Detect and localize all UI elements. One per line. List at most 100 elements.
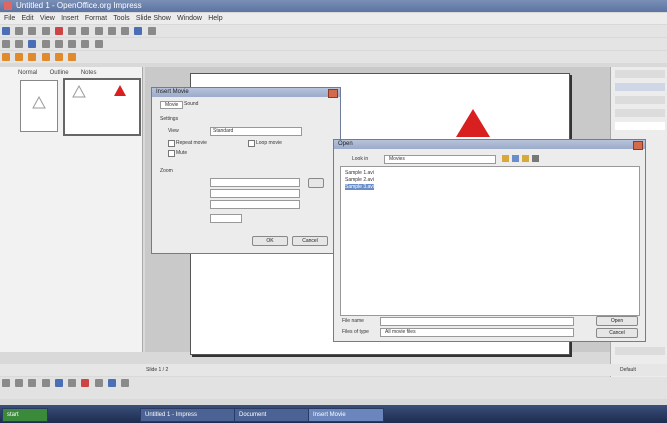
look-in-select[interactable]: Movies bbox=[384, 155, 496, 164]
text-tool-icon[interactable] bbox=[54, 379, 63, 387]
show-icon[interactable] bbox=[41, 53, 50, 61]
menu-file[interactable]: File bbox=[4, 13, 15, 24]
menu-format[interactable]: Format bbox=[85, 13, 107, 24]
tab-notes[interactable]: Notes bbox=[81, 70, 97, 76]
ellipse-tool-icon[interactable] bbox=[41, 379, 50, 387]
menu-help[interactable]: Help bbox=[208, 13, 222, 24]
close-icon[interactable] bbox=[328, 89, 338, 98]
tab-movie[interactable]: Movie bbox=[160, 101, 184, 109]
color-icon[interactable] bbox=[28, 40, 37, 48]
input-field-3[interactable] bbox=[210, 200, 300, 209]
menu-view[interactable]: View bbox=[40, 13, 55, 24]
taskbar-item[interactable]: Untitled 1 - Impress bbox=[140, 408, 236, 422]
cancel-button[interactable]: Cancel bbox=[596, 328, 638, 338]
window-title: Untitled 1 - OpenOffice.org Impress bbox=[16, 1, 142, 10]
fontwork-icon[interactable] bbox=[94, 379, 103, 387]
insert-movie-dialog: Insert Movie Movie Sound Settings View S… bbox=[151, 87, 341, 254]
slide-icon[interactable] bbox=[2, 53, 10, 61]
os-taskbar: start Untitled 1 - Impress Document Inse… bbox=[0, 405, 667, 423]
open-icon[interactable] bbox=[15, 27, 24, 35]
outline-triangle-icon bbox=[32, 95, 46, 109]
fill-color-icon[interactable] bbox=[107, 379, 116, 387]
line-icon[interactable] bbox=[2, 40, 10, 48]
view-menu-icon[interactable] bbox=[532, 155, 539, 162]
menu-window[interactable]: Window bbox=[177, 13, 202, 24]
paste-icon[interactable] bbox=[94, 27, 103, 35]
repeat-checkbox[interactable] bbox=[168, 140, 175, 147]
new-icon[interactable] bbox=[2, 27, 10, 35]
file-list: Sample 1.avi Sample 2.avi Sample 3.avi bbox=[340, 166, 640, 316]
print-icon[interactable] bbox=[41, 27, 50, 35]
curve-tool-icon[interactable] bbox=[68, 379, 77, 387]
ok-button[interactable]: OK bbox=[252, 236, 288, 246]
dialog-title: Insert Movie bbox=[156, 89, 189, 95]
table-icon[interactable] bbox=[147, 27, 156, 35]
taskbar-item[interactable]: Insert Movie bbox=[308, 408, 384, 422]
transition-icon[interactable] bbox=[54, 53, 63, 61]
tab-outline[interactable]: Outline bbox=[50, 70, 69, 76]
save-icon[interactable] bbox=[28, 27, 37, 35]
rect-tool-icon[interactable] bbox=[28, 379, 37, 387]
panel-section-2[interactable] bbox=[615, 96, 665, 104]
browse-button[interactable] bbox=[308, 178, 324, 188]
tab-sound[interactable]: Sound bbox=[184, 101, 198, 107]
zoom-spinner[interactable] bbox=[210, 214, 242, 223]
arrow-icon[interactable] bbox=[15, 40, 24, 48]
loop-checkbox[interactable] bbox=[248, 140, 255, 147]
file-item[interactable]: Sample 2.avi bbox=[345, 177, 374, 183]
window-titlebar: Untitled 1 - OpenOffice.org Impress bbox=[0, 0, 667, 12]
up-folder-icon[interactable] bbox=[502, 155, 509, 162]
menu-edit[interactable]: Edit bbox=[22, 13, 34, 24]
presentation-toolbar bbox=[0, 51, 667, 63]
red-triangle-shape[interactable] bbox=[456, 109, 490, 137]
input-field-2[interactable] bbox=[210, 189, 300, 198]
view-select[interactable]: Standard bbox=[210, 127, 302, 136]
cancel-button[interactable]: Cancel bbox=[292, 236, 328, 246]
panel-button[interactable] bbox=[615, 347, 665, 355]
mute-checkbox[interactable] bbox=[168, 150, 175, 157]
rotate-icon[interactable] bbox=[68, 40, 77, 48]
animation-icon[interactable] bbox=[68, 53, 77, 61]
new-folder-icon[interactable] bbox=[522, 155, 529, 162]
desktop-icon[interactable] bbox=[512, 155, 519, 162]
file-item[interactable]: Sample 1.avi bbox=[345, 170, 374, 176]
look-in-label: Look in bbox=[352, 156, 369, 162]
slide-thumbnail-1[interactable] bbox=[20, 80, 58, 132]
start-button[interactable]: start bbox=[2, 408, 48, 422]
design-icon[interactable] bbox=[28, 53, 37, 61]
slide-thumbnail-2[interactable] bbox=[63, 78, 141, 136]
panel-section-3[interactable] bbox=[615, 109, 665, 117]
filetype-select[interactable]: All movie files bbox=[380, 328, 574, 337]
shadow-icon[interactable] bbox=[54, 40, 63, 48]
tab-normal[interactable]: Normal bbox=[18, 70, 37, 76]
input-field-1[interactable] bbox=[210, 178, 300, 187]
outline-triangle-icon bbox=[72, 84, 86, 98]
menu-slideshow[interactable]: Slide Show bbox=[136, 13, 171, 24]
copy-icon[interactable] bbox=[81, 27, 90, 35]
app-icon bbox=[4, 2, 12, 10]
area-icon[interactable] bbox=[41, 40, 50, 48]
align-icon[interactable] bbox=[81, 40, 90, 48]
zoom-status: Default bbox=[620, 367, 636, 373]
filename-input[interactable] bbox=[380, 317, 574, 326]
menu-insert[interactable]: Insert bbox=[61, 13, 79, 24]
layout-icon[interactable] bbox=[15, 53, 24, 61]
pdf-icon[interactable] bbox=[54, 27, 63, 35]
close-icon[interactable] bbox=[633, 141, 643, 150]
select-icon[interactable] bbox=[2, 379, 10, 387]
line-tool-icon[interactable] bbox=[15, 379, 24, 387]
cut-icon[interactable] bbox=[68, 27, 77, 35]
gallery-icon[interactable] bbox=[121, 379, 130, 387]
taskbar-item[interactable]: Document bbox=[234, 408, 310, 422]
chart-icon[interactable] bbox=[134, 27, 143, 35]
arrange-icon[interactable] bbox=[94, 40, 103, 48]
mute-label: Mute bbox=[176, 150, 188, 156]
menu-tools[interactable]: Tools bbox=[113, 13, 129, 24]
panel-field[interactable] bbox=[615, 122, 665, 130]
panel-section-1[interactable] bbox=[615, 83, 665, 91]
open-button[interactable]: Open bbox=[596, 316, 638, 326]
undo-icon[interactable] bbox=[107, 27, 116, 35]
file-item-selected[interactable]: Sample 3.avi bbox=[345, 184, 374, 190]
shapes-tool-icon[interactable] bbox=[81, 379, 90, 387]
redo-icon[interactable] bbox=[121, 27, 130, 35]
